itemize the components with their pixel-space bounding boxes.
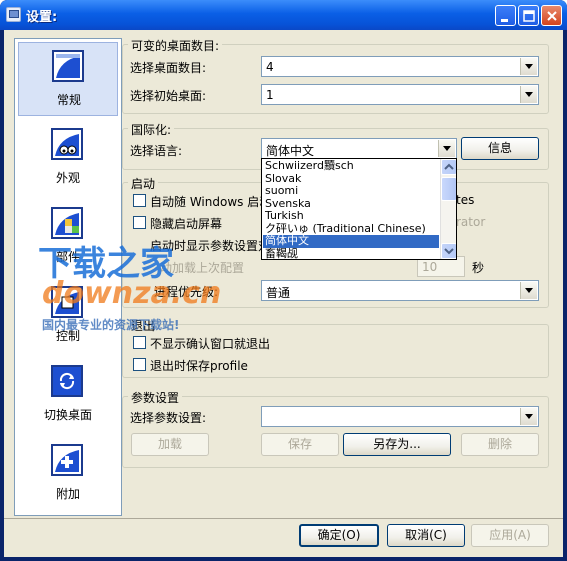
param-set-label: 选择参数设置: (130, 411, 207, 425)
appearance-icon (51, 128, 83, 160)
close-button[interactable] (541, 5, 562, 26)
minimize-icon (501, 19, 508, 22)
language-list-scrollbar[interactable] (440, 159, 456, 259)
i18n-group-title: 国际化: (128, 121, 175, 138)
language-label: 选择语言: (130, 144, 183, 158)
dialog-body: 常规 外观 部件 控制 切换桌面 附加 可变的桌面数目: 选择桌面数目: 4 选… (4, 30, 563, 557)
desktop-count-group-title: 可变的桌面数目: (128, 37, 223, 54)
widgets-icon (51, 207, 83, 239)
priority-select[interactable]: 普通 (261, 280, 539, 301)
nav-label-appearance: 外观 (55, 171, 80, 185)
save-button[interactable]: 保存 (261, 433, 339, 456)
save-as-button[interactable]: 另存为... (343, 433, 451, 456)
chevron-down-icon[interactable] (438, 140, 455, 157)
desktop-count-label: 选择桌面数目: (130, 61, 207, 75)
chevron-up-icon (444, 163, 454, 170)
desktop-count-select[interactable]: 4 (261, 56, 539, 77)
chevron-down-icon (444, 248, 454, 255)
nav-item-general[interactable]: 常规 (18, 42, 118, 116)
desktop-count-value: 4 (266, 60, 274, 74)
param-set-select[interactable] (261, 406, 539, 427)
language-option[interactable]: Svenska (263, 198, 439, 211)
autostart-label: 自动随 Windows 启动 (150, 195, 272, 209)
scroll-down-button[interactable] (441, 243, 456, 259)
app-icon (6, 7, 21, 22)
autostart-checkbox[interactable] (133, 194, 146, 207)
apply-button[interactable]: 应用(A) (471, 524, 549, 547)
save-profile-on-exit-checkbox[interactable] (133, 358, 146, 371)
language-option-selected[interactable]: 简体中文 (263, 235, 439, 248)
language-option[interactable]: suomi (263, 185, 439, 198)
footer-divider (4, 518, 563, 519)
chevron-down-icon[interactable] (520, 408, 537, 425)
language-option[interactable]: Turkish (263, 210, 439, 223)
nav-label-addon: 附加 (55, 487, 80, 501)
settings-window: 设置: 常规 外观 部件 控制 切换桌面 附加 可变的桌面数目: 选择桌面数目:… (0, 0, 567, 561)
initial-desktop-select[interactable]: 1 (261, 84, 539, 105)
nav-item-switch-desktop[interactable]: 切换桌面 (18, 358, 118, 432)
no-confirm-exit-label: 不显示确认窗口就退出 (150, 337, 271, 351)
nav-label-general: 常规 (56, 93, 81, 107)
initial-desktop-value: 1 (266, 88, 274, 102)
chevron-down-icon[interactable] (520, 282, 537, 299)
startup-group-title: 启动 (128, 175, 159, 192)
language-option[interactable]: 畜鞨觇 (263, 248, 439, 260)
language-option[interactable]: ク砰いゅ (Traditional Chinese) (263, 223, 439, 236)
minimize-button[interactable] (495, 5, 516, 26)
hide-splash-label: 隐藏启动屏幕 (150, 217, 223, 231)
watermark-domain: downza.cn (42, 276, 222, 311)
priority-value: 普通 (266, 286, 291, 300)
info-button[interactable]: 信息 (461, 137, 539, 160)
title-bar[interactable]: 设置: (0, 0, 567, 30)
delay-value: 10 (422, 260, 438, 274)
nav-label-switch-desktop: 切换桌面 (43, 408, 92, 422)
general-icon (52, 50, 84, 82)
maximize-icon (523, 10, 535, 22)
language-option[interactable]: Slovak (263, 173, 439, 186)
nav-item-addon[interactable]: 附加 (18, 437, 118, 511)
no-confirm-exit-checkbox[interactable] (133, 336, 146, 349)
initial-desktop-label: 选择初始桌面: (130, 89, 207, 103)
delay-unit: 秒 (472, 261, 485, 275)
window-title: 设置: (26, 10, 58, 25)
nav-item-appearance[interactable]: 外观 (18, 121, 118, 195)
chevron-down-icon[interactable] (520, 86, 537, 103)
ok-button[interactable]: 确定(O) (299, 524, 379, 547)
scroll-up-button[interactable] (441, 159, 456, 175)
language-value: 简体中文 (266, 144, 315, 158)
watermark-slogan: 国内最专业的资源下载站! (42, 318, 180, 332)
startup-option-suffix-disabled: rator (456, 215, 486, 229)
startup-option-suffix: tes (456, 193, 475, 207)
params-group-title: 参数设置 (128, 389, 183, 406)
addon-icon (51, 444, 83, 476)
delete-button[interactable]: 删除 (461, 433, 539, 456)
hide-splash-checkbox[interactable] (133, 216, 146, 229)
chevron-down-icon[interactable] (520, 58, 537, 75)
maximize-button[interactable] (518, 5, 539, 26)
language-dropdown-list[interactable]: Schwiizerd黷sch Slovak suomi Svenska Turk… (261, 158, 457, 260)
save-profile-on-exit-label: 退出时保存profile (150, 359, 248, 373)
cancel-button[interactable]: 取消(C) (387, 524, 465, 547)
scroll-thumb[interactable] (441, 177, 456, 201)
close-icon (547, 11, 557, 21)
load-button[interactable]: 加载 (131, 433, 209, 456)
language-option[interactable]: Schwiizerd黷sch (263, 160, 439, 173)
language-select[interactable]: 简体中文 (261, 138, 457, 159)
switch-desktop-icon (51, 365, 83, 397)
